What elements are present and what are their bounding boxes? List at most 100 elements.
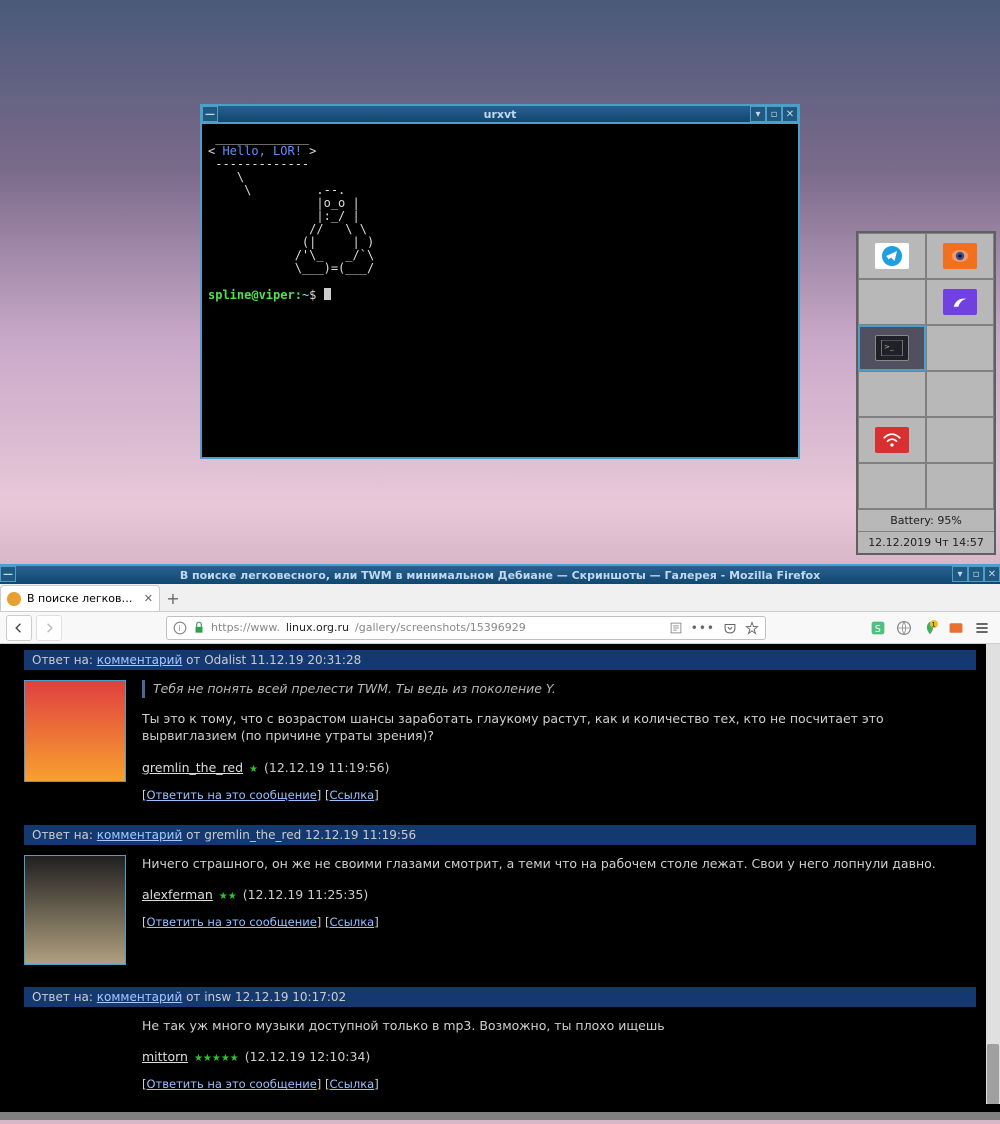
reply-link[interactable]: Ответить на это сообщение xyxy=(147,788,317,802)
comment-3: Ответ на: комментарий от insw 12.12.19 1… xyxy=(24,987,976,1099)
svg-text:>_: >_ xyxy=(884,342,894,351)
firefox-window: — В поиске легковесного, или TWM в миним… xyxy=(0,564,1000,1120)
hamburger-icon[interactable] xyxy=(974,620,990,636)
back-button[interactable] xyxy=(6,615,32,641)
ext-4-icon[interactable] xyxy=(948,620,964,636)
author-link[interactable]: gremlin_the_red xyxy=(142,760,243,775)
forward-button[interactable] xyxy=(36,615,62,641)
reply-to-link[interactable]: комментарий xyxy=(97,828,182,842)
comment-text: Ты это к тому, что с возрастом шансы зар… xyxy=(142,710,976,745)
favicon-icon xyxy=(7,592,21,606)
tray-slot-telegram[interactable] xyxy=(858,233,926,279)
navigation-toolbar: i https://www.linux.org.ru/gallery/scree… xyxy=(0,612,1000,644)
reader-icon[interactable] xyxy=(669,621,683,635)
author-link[interactable]: alexferman xyxy=(142,887,213,902)
comment-time: (12.12.19 12:10:34) xyxy=(245,1049,371,1064)
scrollbar-thumb[interactable] xyxy=(987,1044,999,1104)
wing-icon xyxy=(943,289,977,315)
close-icon[interactable]: ✕ xyxy=(782,106,798,122)
page-content[interactable]: Ответ на: комментарий от Odalist 11.12.1… xyxy=(0,644,1000,1112)
comment-text: Не так уж много музыки доступной только … xyxy=(142,1017,976,1035)
wifi-icon xyxy=(875,427,909,453)
permalink[interactable]: Ссылка xyxy=(329,1077,374,1091)
tray-slot-empty-4[interactable] xyxy=(926,371,994,417)
battery-status: Battery: 95% xyxy=(858,509,994,531)
comment-time: (12.12.19 11:25:35) xyxy=(243,887,369,902)
ext-2-icon[interactable] xyxy=(896,620,912,636)
menu-button-icon[interactable]: — xyxy=(0,566,16,582)
tab-close-icon[interactable]: ✕ xyxy=(144,592,153,605)
reply-link[interactable]: Ответить на это сообщение xyxy=(147,915,317,929)
stars-icon: ★★ xyxy=(219,891,237,902)
tray-slot-eye[interactable] xyxy=(926,233,994,279)
stars-icon: ★ xyxy=(249,764,258,775)
stars-icon: ★★★★★ xyxy=(194,1053,239,1064)
terminal-titlebar[interactable]: — urxvt ▾ ▫ ✕ xyxy=(202,106,798,124)
author-line: alexferman ★★ (12.12.19 11:25:35) xyxy=(142,886,976,904)
reply-to-link[interactable]: комментарий xyxy=(97,990,182,1004)
author-link[interactable]: mittorn xyxy=(142,1049,188,1064)
cursor-icon xyxy=(324,288,331,300)
tab-title: В поиске легковесного xyxy=(27,592,138,605)
maximize-icon[interactable]: ▫ xyxy=(766,106,782,122)
comment-1: Ответ на: комментарий от Odalist 11.12.1… xyxy=(24,650,976,809)
page-actions-icon[interactable]: ••• xyxy=(691,621,715,635)
permalink[interactable]: Ссылка xyxy=(329,915,374,929)
tray-slot-empty-2[interactable] xyxy=(926,325,994,371)
browser-tab[interactable]: В поиске легковесного ✕ xyxy=(0,585,160,611)
svg-text:i: i xyxy=(178,622,180,632)
comment-actions: [Ответить на это сообщение] [Ссылка] xyxy=(142,787,976,803)
firefox-title: В поиске легковесного, или TWM в минимал… xyxy=(180,569,820,582)
pocket-icon[interactable] xyxy=(723,621,737,635)
tray-slot-empty-5[interactable] xyxy=(926,417,994,463)
avatar[interactable] xyxy=(24,855,126,965)
menu-button-icon[interactable]: — xyxy=(202,106,218,122)
tray-slot-terminal[interactable]: >_ xyxy=(858,325,926,371)
info-icon[interactable]: i xyxy=(173,621,187,635)
url-path: /gallery/screenshots/15396929 xyxy=(355,621,526,634)
avatar[interactable] xyxy=(24,680,126,782)
comment-actions: [Ответить на это сообщение] [Ссылка] xyxy=(142,914,976,930)
comment-header: Ответ на: комментарий от insw 12.12.19 1… xyxy=(24,987,976,1007)
comment-time: (12.12.19 11:19:56) xyxy=(264,760,390,775)
arrow-right-icon xyxy=(42,621,56,635)
star-icon[interactable] xyxy=(745,621,759,635)
tray-slot-empty-1[interactable] xyxy=(858,279,926,325)
comment-text: Ничего страшного, он же не своими глазам… xyxy=(142,855,976,873)
url-bar[interactable]: i https://www.linux.org.ru/gallery/scree… xyxy=(166,616,766,640)
telegram-icon xyxy=(875,243,909,269)
permalink[interactable]: Ссылка xyxy=(329,788,374,802)
terminal-window: — urxvt ▾ ▫ ✕ _____________ < Hello, LOR… xyxy=(200,104,800,459)
quote-text: Тебя не понять всей прелести TWM. Ты вед… xyxy=(142,680,976,698)
comment-header: Ответ на: комментарий от gremlin_the_red… xyxy=(24,825,976,845)
firefox-titlebar[interactable]: — В поиске легковесного, или TWM в миним… xyxy=(0,566,1000,584)
terminal-output[interactable]: _____________ < Hello, LOR! > ----------… xyxy=(202,124,798,310)
tray-slot-empty-3[interactable] xyxy=(858,371,926,417)
tray-slot-empty-7[interactable] xyxy=(926,463,994,509)
arrow-left-icon xyxy=(12,621,26,635)
comment-actions: [Ответить на это сообщение] [Ссылка] xyxy=(142,1076,976,1092)
ext-3-icon[interactable]: 1 xyxy=(922,620,938,636)
tray-slot-empty-6[interactable] xyxy=(858,463,926,509)
ext-1-icon[interactable]: S xyxy=(870,620,886,636)
panel-tray: >_ Battery: 95% 12.12.2019 Чт 14:57 xyxy=(856,231,996,555)
horizontal-scrollbar[interactable] xyxy=(0,1112,1000,1120)
tray-slot-wifi[interactable] xyxy=(858,417,926,463)
comment-2: Ответ на: комментарий от gremlin_the_red… xyxy=(24,825,976,971)
lock-icon[interactable] xyxy=(193,621,205,635)
scrollbar[interactable] xyxy=(986,644,1000,1104)
minimize-icon[interactable]: ▾ xyxy=(750,106,766,122)
new-tab-button[interactable]: + xyxy=(160,585,186,611)
author-line: gremlin_the_red ★ (12.12.19 11:19:56) xyxy=(142,759,976,777)
minimize-icon[interactable]: ▾ xyxy=(952,566,968,582)
maximize-icon[interactable]: ▫ xyxy=(968,566,984,582)
author-line: mittorn ★★★★★ (12.12.19 12:10:34) xyxy=(142,1048,976,1066)
tray-slot-wing[interactable] xyxy=(926,279,994,325)
eye-icon xyxy=(943,243,977,269)
terminal-icon: >_ xyxy=(875,335,909,361)
svg-text:1: 1 xyxy=(932,620,936,628)
reply-link[interactable]: Ответить на это сообщение xyxy=(147,1077,317,1091)
close-icon[interactable]: ✕ xyxy=(984,566,1000,582)
reply-to-link[interactable]: комментарий xyxy=(97,653,182,667)
url-prefix: https://www. xyxy=(211,621,280,634)
